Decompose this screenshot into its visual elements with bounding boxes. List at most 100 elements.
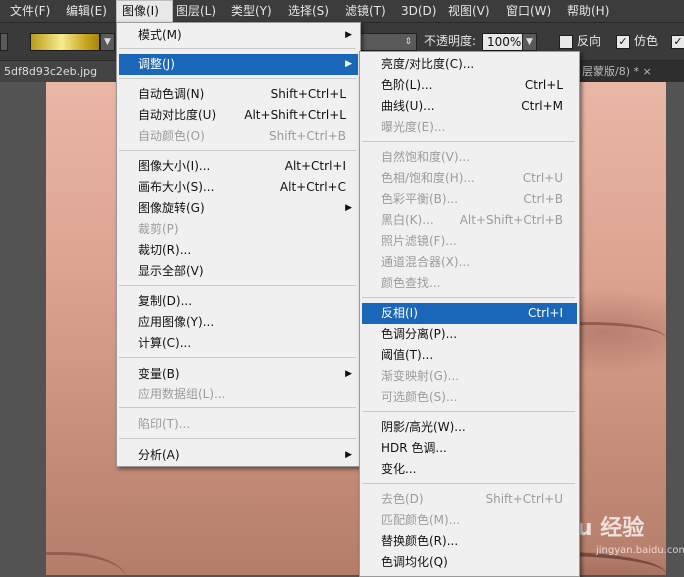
menu-item-shortcut: Ctrl+I <box>528 306 563 320</box>
adjust-menu-item-8[interactable]: 黑白(K)... Alt+Shift+Ctrl+B <box>362 210 577 231</box>
menu-item-label: 应用数据组(L)... <box>138 387 226 401</box>
menu-item-shortcut: Shift+Ctrl+U <box>485 492 563 506</box>
adjust-menu-item-9[interactable]: 照片滤镜(F)... <box>362 231 577 252</box>
image-menu-item-18[interactable]: 分析(A) ▶ <box>119 445 358 466</box>
adjust-menu-item-10[interactable]: 通道混合器(X)... <box>362 252 577 273</box>
adjust-menu-item-7[interactable]: 色彩平衡(B)... Ctrl+B <box>362 189 577 210</box>
image-menu-item-14[interactable]: 计算(C)... <box>119 333 358 354</box>
menu-view[interactable]: 视图(V) <box>448 0 490 22</box>
menu-window[interactable]: 窗口(W) <box>506 0 551 22</box>
reverse-checkbox[interactable] <box>559 35 573 49</box>
menu-item-label: 色相/饱和度(H)... <box>381 171 475 185</box>
menu-separator <box>119 78 356 79</box>
image-menu-item-12[interactable]: 复制(D)... <box>119 291 358 312</box>
image-menu-item-16[interactable]: 应用数据组(L)... <box>119 384 358 405</box>
dither-checkbox[interactable]: ✓ <box>616 35 630 49</box>
menu-filter[interactable]: 滤镜(T) <box>345 0 386 22</box>
menu-separator <box>362 141 575 142</box>
image-menu-item-2[interactable]: 调整(J) ▶ <box>119 54 358 75</box>
menu-item-label: 色调均化(Q) <box>381 555 448 569</box>
menu-item-label: 陷印(T)... <box>138 417 191 431</box>
tool-preset-picker[interactable] <box>0 33 8 51</box>
menu-file[interactable]: 文件(F) <box>10 0 50 22</box>
menu-item-label: 图像旋转(G) <box>138 201 205 215</box>
image-menu-item-15[interactable]: 变量(B) ▶ <box>119 364 358 385</box>
gradient-preview[interactable] <box>30 33 100 51</box>
menu-item-label: 变量(B) <box>138 367 180 381</box>
adjust-menu-item-14[interactable]: 阈值(T)... <box>362 345 577 366</box>
adjust-menu-item-16[interactable]: 可选颜色(S)... <box>362 387 577 408</box>
menu-item-label: 自动对比度(U) <box>138 108 217 122</box>
menu-item-label: 替换颜色(R)... <box>381 534 459 548</box>
adjust-menu-item-1[interactable]: 亮度/对比度(C)... <box>362 54 577 75</box>
opacity-input[interactable]: 100% <box>482 33 526 51</box>
adjust-menu-item-20[interactable]: 去色(D) Shift+Ctrl+U <box>362 489 577 510</box>
menu-item-label: 画布大小(S)... <box>138 180 215 194</box>
adjust-menu-item-23[interactable]: 色调均化(Q) <box>362 552 577 573</box>
adjust-menu-item-15[interactable]: 渐变映射(G)... <box>362 366 577 387</box>
image-menu-item-13[interactable]: 应用图像(Y)... <box>119 312 358 333</box>
menu-item-label: 分析(A) <box>138 448 180 462</box>
image-menu-item-11[interactable]: 显示全部(V) <box>119 261 358 282</box>
adjust-menu-item-6[interactable]: 色相/饱和度(H)... Ctrl+U <box>362 168 577 189</box>
tab-document-mask[interactable]: 层蒙版/8) * × <box>580 61 684 82</box>
menu-item-shortcut: Shift+Ctrl+B <box>269 129 346 143</box>
image-menu-item-5[interactable]: 自动颜色(O) Shift+Ctrl+B <box>119 126 358 147</box>
menu-item-label: 照片滤镜(F)... <box>381 234 457 248</box>
image-menu-item-10[interactable]: 裁切(R)... <box>119 240 358 261</box>
adjust-menu-item-2[interactable]: 色阶(L)... Ctrl+L <box>362 75 577 96</box>
image-menu-item-4[interactable]: 自动对比度(U) Alt+Shift+Ctrl+L <box>119 105 358 126</box>
menu-separator <box>362 411 575 412</box>
chevron-updown-icon: ⇕ <box>404 37 412 47</box>
menu-edit[interactable]: 编辑(E) <box>66 0 107 22</box>
submenu-arrow-icon: ▶ <box>345 59 352 69</box>
adjust-menu-item-3[interactable]: 曲线(U)... Ctrl+M <box>362 96 577 117</box>
submenu-arrow-icon: ▶ <box>345 369 352 379</box>
gradient-dropdown-button[interactable]: ▼ <box>100 33 115 51</box>
menu-item-label: 亮度/对比度(C)... <box>381 57 475 71</box>
adjust-menu-item-18[interactable]: HDR 色调... <box>362 438 577 459</box>
menu-separator <box>362 297 575 298</box>
adjust-menu-item-19[interactable]: 变化... <box>362 459 577 480</box>
image-menu-item-9[interactable]: 裁剪(P) <box>119 219 358 240</box>
menu-item-label: 色阶(L)... <box>381 78 433 92</box>
menu-item-label: 自然饱和度(V)... <box>381 150 471 164</box>
menu-item-shortcut: Alt+Ctrl+C <box>279 180 346 194</box>
image-menu-item-1[interactable]: 模式(M) ▶ <box>119 25 358 46</box>
adjust-menu-item-4[interactable]: 曝光度(E)... <box>362 117 577 138</box>
adjust-menu-item-17[interactable]: 阴影/高光(W)... <box>362 417 577 438</box>
menu-item-label: 渐变映射(G)... <box>381 369 460 383</box>
menu-item-shortcut: Alt+Shift+Ctrl+B <box>459 213 563 227</box>
tab-document-jpg[interactable]: 5df8d93c2eb.jpg <box>0 61 116 82</box>
menu-separator <box>119 407 356 408</box>
menu-item-label: 应用图像(Y)... <box>138 315 215 329</box>
transparency-checkbox[interactable]: ✓ <box>671 35 684 49</box>
menu-item-label: 阴影/高光(W)... <box>381 420 466 434</box>
menu-type[interactable]: 类型(Y) <box>231 0 272 22</box>
menu-item-label: 计算(C)... <box>138 336 192 350</box>
menu-item-label: 色调分离(P)... <box>381 327 458 341</box>
menu-help[interactable]: 帮助(H) <box>567 0 609 22</box>
adjust-menu-item-5[interactable]: 自然饱和度(V)... <box>362 147 577 168</box>
photo-detail <box>46 552 126 575</box>
adjust-menu-item-13[interactable]: 色调分离(P)... <box>362 324 577 345</box>
menu-image[interactable]: 图像(I) <box>116 0 173 22</box>
image-menu-item-17[interactable]: 陷印(T)... <box>119 414 358 435</box>
menu-item-shortcut: Shift+Ctrl+L <box>270 87 346 101</box>
adjust-menu-item-21[interactable]: 匹配颜色(M)... <box>362 510 577 531</box>
dither-label: 仿色 <box>634 34 659 48</box>
reverse-label: 反向 <box>577 34 602 48</box>
mode-dropdown[interactable]: ⇕ <box>360 33 417 51</box>
adjust-menu-item-11[interactable]: 颜色查找... <box>362 273 577 294</box>
image-menu-item-8[interactable]: 图像旋转(G) ▶ <box>119 198 358 219</box>
menu-3d[interactable]: 3D(D) <box>401 0 436 22</box>
image-menu-item-7[interactable]: 画布大小(S)... Alt+Ctrl+C <box>119 177 358 198</box>
adjust-menu-item-12[interactable]: 反相(I) Ctrl+I <box>362 303 577 324</box>
image-menu-item-3[interactable]: 自动色调(N) Shift+Ctrl+L <box>119 84 358 105</box>
adjust-menu-item-22[interactable]: 替换颜色(R)... <box>362 531 577 552</box>
opacity-dropdown-button[interactable]: ▼ <box>522 33 537 51</box>
adjustments-submenu: 亮度/对比度(C)... 色阶(L)... Ctrl+L 曲线(U)... Ctrl+M… <box>359 51 580 577</box>
menu-layer[interactable]: 图层(L) <box>176 0 216 22</box>
image-menu-item-6[interactable]: 图像大小(I)... Alt+Ctrl+I <box>119 156 358 177</box>
menu-select[interactable]: 选择(S) <box>288 0 329 22</box>
